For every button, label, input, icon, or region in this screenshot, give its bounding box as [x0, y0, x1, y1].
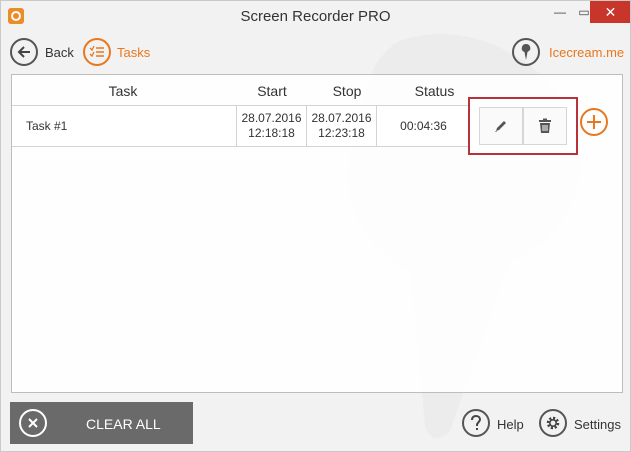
settings-label[interactable]: Settings [574, 417, 621, 432]
header-start: Start [257, 83, 287, 99]
task-name: Task #1 [26, 119, 68, 133]
nav-bar: Back Tasks Icecream.me [1, 35, 630, 69]
icecream-button[interactable] [512, 38, 540, 66]
window-title: Screen Recorder PRO [240, 8, 391, 25]
pencil-icon [495, 121, 506, 132]
status-duration: 00:04:36 [376, 106, 470, 146]
start-cell: 28.07.2016 12:18:18 [236, 106, 306, 146]
help-button[interactable] [462, 409, 490, 437]
plus-icon [587, 115, 601, 129]
back-button[interactable] [10, 38, 38, 66]
title-bar: Screen Recorder PRO — ▭ ✕ [1, 1, 630, 32]
gear-icon [546, 416, 560, 430]
settings-button[interactable] [539, 409, 567, 437]
tasks-panel: Task Start Stop Status Task #1 28.07.201… [11, 74, 623, 393]
app-window: Screen Recorder PRO — ▭ ✕ Back Tasks Ice… [0, 0, 631, 452]
delete-button[interactable] [523, 107, 567, 145]
start-date: 28.07.2016 [241, 111, 302, 125]
header-stop: Stop [332, 83, 362, 99]
stop-time: 12:23:18 [318, 126, 365, 140]
trash-icon [539, 118, 551, 133]
brand-link[interactable]: Icecream.me [549, 45, 624, 60]
clear-all-button[interactable]: CLEAR ALL [10, 402, 193, 444]
close-button[interactable]: ✕ [590, 1, 630, 23]
help-label[interactable]: Help [497, 417, 524, 432]
tasks-list-icon [89, 45, 104, 58]
header-task: Task [108, 83, 138, 99]
tasks-label[interactable]: Tasks [117, 45, 150, 60]
stop-cell: 28.07.2016 12:23:18 [306, 106, 376, 146]
tasks-button[interactable] [83, 38, 111, 66]
add-task-button[interactable] [580, 108, 608, 136]
back-label[interactable]: Back [45, 45, 74, 60]
table-row[interactable]: Task #1 28.07.2016 12:18:18 28.07.2016 1… [12, 105, 470, 147]
row-actions-highlight [468, 97, 578, 155]
icecream-icon [521, 44, 531, 60]
edit-button[interactable] [479, 107, 523, 145]
header-status: Status [414, 83, 455, 99]
question-icon [471, 415, 482, 430]
stop-date: 28.07.2016 [311, 111, 372, 125]
back-arrow-icon [17, 46, 30, 58]
clear-all-label: CLEAR ALL [86, 416, 161, 432]
close-x-icon [19, 409, 47, 437]
start-time: 12:18:18 [248, 126, 295, 140]
